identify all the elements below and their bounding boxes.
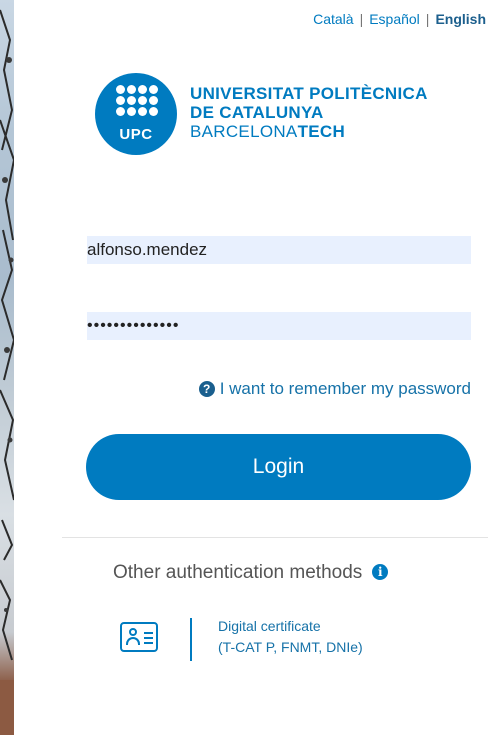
- remember-password-label: I want to remember my password: [219, 379, 471, 398]
- upc-logo: UPC UNIVERSITAT POLITÈCNICA DE CATALUNYA…: [95, 73, 475, 155]
- info-icon[interactable]: i: [372, 564, 389, 580]
- digital-certificate-link[interactable]: Digital certificate (T-CAT P, FNMT, DNIe…: [218, 616, 363, 658]
- section-divider: [62, 537, 488, 538]
- lang-english-link[interactable]: English: [435, 11, 486, 27]
- logo-line-3: BARCELONATECH: [190, 122, 346, 141]
- id-card-icon[interactable]: [120, 622, 158, 652]
- lang-separator: |: [425, 11, 430, 27]
- username-input[interactable]: [87, 236, 471, 264]
- lang-spanish-link[interactable]: Español: [369, 11, 420, 27]
- help-question-icon: ?: [198, 381, 215, 397]
- photo-edge-gap: [14, 0, 42, 735]
- login-button[interactable]: Login: [86, 434, 471, 500]
- logo-wordmark: UNIVERSITAT POLITÈCNICA DE CATALUNYA BAR…: [190, 84, 428, 141]
- logo-abbr: UPC: [119, 126, 153, 143]
- logo-dots-icon: [116, 85, 158, 125]
- logo-line-1: UNIVERSITAT POLITÈCNICA: [190, 84, 428, 103]
- password-input[interactable]: [87, 312, 471, 340]
- logo-line-2: DE CATALUNYA: [190, 103, 324, 122]
- remember-password-link[interactable]: ? I want to remember my password: [198, 379, 471, 399]
- other-auth-title: Other authentication methods: [113, 562, 363, 583]
- lang-catalan-link[interactable]: Català: [313, 11, 353, 27]
- lang-separator: |: [359, 11, 364, 27]
- certificate-title: Digital certificate: [218, 618, 321, 634]
- language-selector: Català | Español | English: [313, 11, 486, 27]
- certificate-separator: [190, 618, 192, 661]
- background-photo: [0, 0, 42, 735]
- certificate-subtitle: (T-CAT P, FNMT, DNIe): [218, 639, 363, 655]
- other-auth-heading: Other authentication methods i: [113, 562, 389, 584]
- upc-logo-emblem: UPC: [95, 73, 177, 155]
